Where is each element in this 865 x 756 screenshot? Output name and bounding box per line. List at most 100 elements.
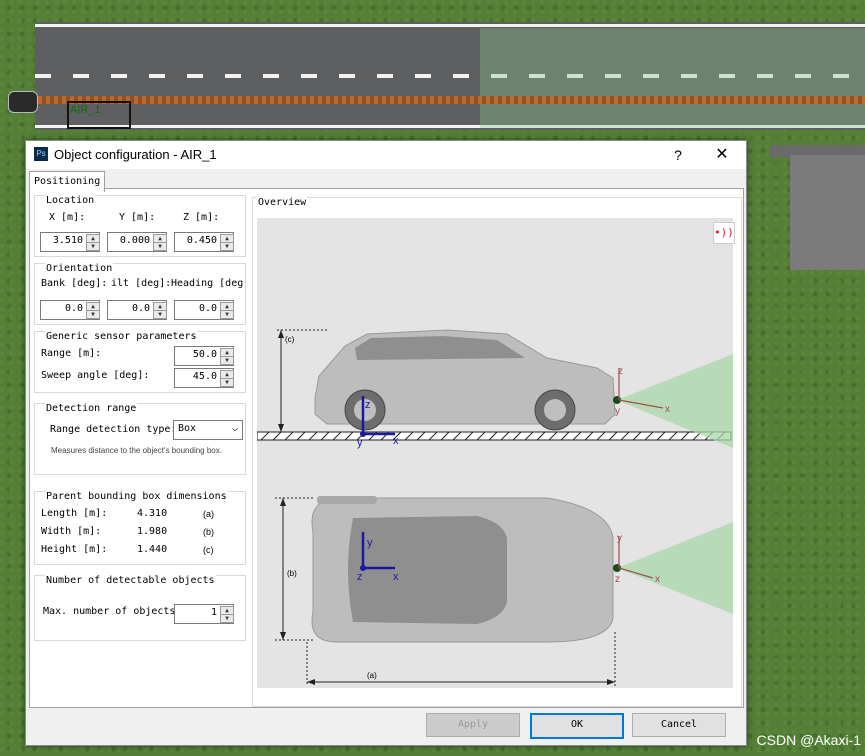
road-edge-line bbox=[35, 24, 865, 27]
scene-sensor-beam bbox=[480, 28, 865, 128]
generic-sensor-group-title: Generic sensor parameters bbox=[45, 331, 198, 342]
close-button[interactable]: ✕ bbox=[710, 145, 734, 165]
height-ref: (c) bbox=[203, 545, 214, 555]
z-stepper[interactable]: 0.450 ▲ ▼ bbox=[174, 232, 234, 252]
max-objects-down-arrow-icon[interactable]: ▼ bbox=[220, 614, 234, 623]
x-stepper[interactable]: 3.510 ▲ ▼ bbox=[40, 232, 100, 252]
sweep-down-arrow-icon[interactable]: ▼ bbox=[220, 378, 234, 387]
dialog-titlebar[interactable]: Ps Object configuration - AIR_1 ? ✕ bbox=[26, 141, 746, 169]
vehicle-z-axis-label: z bbox=[365, 399, 371, 411]
app-icon: Ps bbox=[34, 147, 48, 161]
overview-canvas: z x y z x y (c) y x z y x z (b) (a) bbox=[256, 218, 733, 688]
dim-b-label: (b) bbox=[287, 569, 297, 578]
width-label: Width [m]: bbox=[41, 526, 102, 537]
range-stepper[interactable]: 50.0 ▲ ▼ bbox=[174, 346, 234, 366]
range-detection-type-value: Box bbox=[178, 423, 197, 434]
width-value: 1.980 bbox=[137, 526, 168, 537]
chevron-down-icon: ⌵ bbox=[231, 423, 238, 434]
location-group: Location X [m]: Y [m]: Z [m]: 3.510 ▲ ▼ 0… bbox=[34, 195, 246, 257]
detection-range-group-title: Detection range bbox=[45, 403, 138, 414]
max-objects-label: Max. number of objects bbox=[43, 606, 176, 617]
height-label: Height [m]: bbox=[41, 544, 108, 555]
sensor-top-y-axis-label: y bbox=[617, 533, 622, 544]
tab-positioning[interactable]: Positioning bbox=[29, 171, 106, 192]
vehicle-top-z-axis-label: z bbox=[357, 571, 363, 583]
range-label: Range [m]: bbox=[41, 348, 102, 359]
x-label: X [m]: bbox=[49, 212, 86, 223]
heading-stepper[interactable]: 0.0 ▲ ▼ bbox=[174, 300, 234, 320]
object-configuration-dialog: Ps Object configuration - AIR_1 ? ✕ Posi… bbox=[25, 140, 747, 746]
heading-value: 0.0 bbox=[198, 303, 217, 314]
heading-down-arrow-icon[interactable]: ▼ bbox=[220, 310, 234, 319]
vehicle-y-axis-label: y bbox=[357, 437, 363, 449]
tilt-value: 0.0 bbox=[131, 303, 150, 314]
parent-bbox-group-title: Parent bounding box dimensions bbox=[45, 491, 228, 502]
vehicle-trajectory bbox=[30, 96, 865, 104]
length-label: Length [m]: bbox=[41, 508, 108, 519]
x-down-arrow-icon[interactable]: ▼ bbox=[86, 242, 100, 251]
sensor-top-z-axis-label: z bbox=[615, 574, 620, 585]
range-detection-type-label: Range detection type: bbox=[50, 424, 177, 435]
dim-a-label: (a) bbox=[367, 671, 377, 680]
parent-bbox-group: Parent bounding box dimensions Length [m… bbox=[34, 491, 246, 565]
height-value: 1.440 bbox=[137, 544, 168, 555]
dim-c-label: (c) bbox=[285, 335, 295, 344]
bank-down-arrow-icon[interactable]: ▼ bbox=[86, 310, 100, 319]
sensor-wave-icon[interactable]: •)) bbox=[713, 222, 735, 244]
sensor-z-axis-label: z bbox=[618, 366, 623, 377]
orientation-group-title: Orientation bbox=[45, 263, 114, 274]
length-ref: (a) bbox=[203, 509, 214, 519]
dialog-title: Object configuration - AIR_1 bbox=[54, 147, 217, 162]
tilt-down-arrow-icon[interactable]: ▼ bbox=[153, 310, 167, 319]
range-detection-type-select[interactable]: Box ⌵ bbox=[173, 420, 243, 440]
range-value: 50.0 bbox=[192, 349, 217, 360]
detectable-objects-group: Number of detectable objects Max. number… bbox=[34, 575, 246, 641]
detection-note: Measures distance to the object's boundi… bbox=[51, 446, 222, 455]
y-label: Y [m]: bbox=[119, 212, 156, 223]
bank-label: Bank [deg]: bbox=[41, 278, 108, 289]
sweep-label: Sweep angle [deg]: bbox=[41, 370, 150, 381]
heading-label: Heading [deg bbox=[171, 278, 244, 289]
vehicle-top-x-axis-label: x bbox=[393, 571, 399, 583]
sweep-stepper[interactable]: 45.0 ▲ ▼ bbox=[174, 368, 234, 388]
vehicle-top-y-axis-label: y bbox=[367, 537, 373, 549]
length-value: 4.310 bbox=[137, 508, 168, 519]
tilt-label: ilt [deg]: bbox=[111, 278, 172, 289]
watermark: CSDN @Akaxi-1 bbox=[756, 732, 861, 748]
z-value: 0.450 bbox=[186, 235, 217, 246]
car-front-hub bbox=[544, 399, 566, 421]
z-down-arrow-icon[interactable]: ▼ bbox=[220, 242, 234, 251]
range-down-arrow-icon[interactable]: ▼ bbox=[220, 356, 234, 365]
help-button[interactable]: ? bbox=[668, 145, 688, 165]
z-label: Z [m]: bbox=[183, 212, 220, 223]
sensor-x-axis-label: x bbox=[665, 404, 670, 415]
tilt-stepper[interactable]: 0.0 ▲ ▼ bbox=[107, 300, 167, 320]
generic-sensor-group: Generic sensor parameters Range [m]: 50.… bbox=[34, 331, 246, 393]
max-objects-value: 1 bbox=[210, 607, 217, 618]
width-ref: (b) bbox=[203, 527, 214, 537]
overview-group: Overview z x y z x y (c) y x z y x z (b)… bbox=[252, 197, 742, 707]
sweep-value: 45.0 bbox=[192, 371, 217, 382]
y-down-arrow-icon[interactable]: ▼ bbox=[153, 242, 167, 251]
sensor-beam-top bbox=[617, 522, 733, 614]
overview-title: Overview bbox=[257, 197, 308, 208]
bank-stepper[interactable]: 0.0 ▲ ▼ bbox=[40, 300, 100, 320]
sensor-y-axis-label: y bbox=[615, 406, 620, 417]
detectable-objects-group-title: Number of detectable objects bbox=[45, 575, 216, 586]
car-top-roof-glass bbox=[348, 516, 507, 624]
ok-button[interactable]: OK bbox=[530, 713, 624, 739]
overview-diagram: z x y z x y (c) y x z y x z (b) (a) bbox=[256, 329, 733, 686]
cancel-button[interactable]: Cancel bbox=[632, 713, 726, 737]
positioning-tab-pane: Location X [m]: Y [m]: Z [m]: 3.510 ▲ ▼ 0… bbox=[29, 188, 744, 708]
vehicle-x-axis-label: x bbox=[393, 435, 399, 447]
sensor-top-x-axis-label: x bbox=[655, 574, 660, 585]
x-value: 3.510 bbox=[52, 235, 83, 246]
scene-vehicle[interactable] bbox=[8, 91, 38, 113]
car-top-mirror-left bbox=[317, 496, 377, 504]
y-stepper[interactable]: 0.000 ▲ ▼ bbox=[107, 232, 167, 252]
apply-button[interactable]: Apply bbox=[426, 713, 520, 737]
location-group-title: Location bbox=[45, 195, 96, 206]
max-objects-stepper[interactable]: 1 ▲ ▼ bbox=[174, 604, 234, 624]
y-value: 0.000 bbox=[119, 235, 150, 246]
scene-building bbox=[790, 155, 865, 270]
